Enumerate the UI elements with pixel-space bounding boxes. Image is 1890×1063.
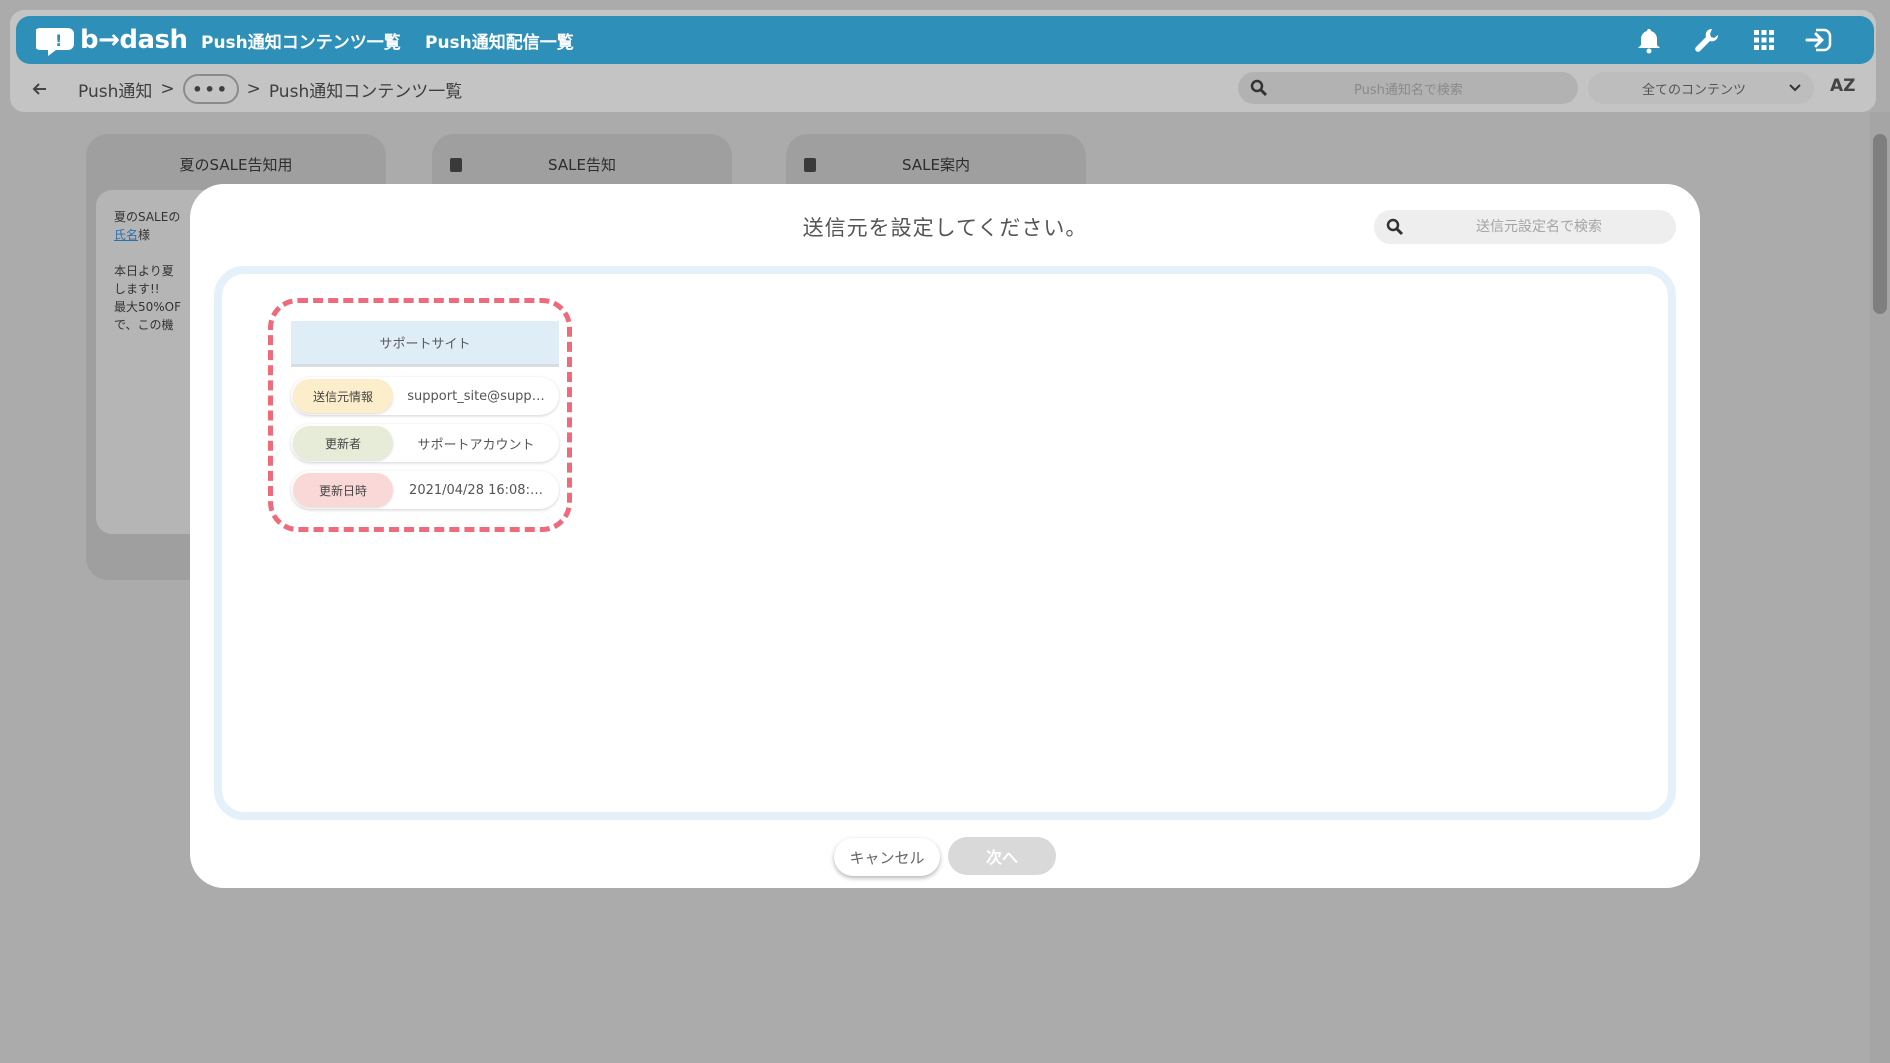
content-card-title: 夏のSALE告知用 (179, 156, 293, 174)
wrench-icon[interactable] (1692, 26, 1722, 54)
nav-push-delivery[interactable]: Push通知配信一覧 (425, 28, 574, 53)
bell-icon[interactable] (1634, 26, 1664, 54)
preview-line: 本日より夏 (114, 264, 174, 278)
content-search-placeholder: Push通知名で検索 (1354, 83, 1463, 98)
next-button[interactable]: 次へ (948, 837, 1056, 875)
breadcrumb-current: Push通知コンテンツ一覧 (268, 81, 463, 102)
updated-at-value: 2021/04/28 16:08:… (409, 482, 543, 498)
breadcrumb-separator: > (246, 79, 261, 99)
breadcrumb-separator: > (160, 79, 175, 99)
apps-grid-icon[interactable] (1749, 26, 1779, 54)
page-scrollbar-thumb[interactable] (1873, 134, 1887, 314)
preview-line: で、この機 (114, 318, 174, 332)
content-card-title: SALE告知 (548, 156, 616, 174)
preview-line (114, 244, 181, 262)
breadcrumb: Push通知 > ••• > Push通知コンテンツ一覧 (30, 72, 462, 106)
sender-search-input[interactable] (1414, 210, 1664, 244)
back-arrow-icon[interactable] (30, 79, 50, 99)
sender-card[interactable]: サポートサイト 送信元情報 support_site@supp… 更新者 サポー… (268, 298, 572, 532)
logout-icon[interactable] (1804, 26, 1834, 54)
cancel-button[interactable]: キャンセル (834, 838, 940, 876)
search-icon (1386, 218, 1404, 236)
sender-list: サポートサイト 送信元情報 support_site@supp… 更新者 サポー… (214, 266, 1676, 820)
nav-push-contents[interactable]: Push通知コンテンツ一覧 (201, 28, 401, 53)
updated-at-row: 更新日時 2021/04/28 16:08:… (291, 471, 559, 509)
logo-bubble-icon: ! (36, 28, 74, 56)
preview-line: 氏名様 (114, 228, 151, 242)
preview-line: 夏のSALEの (114, 210, 181, 224)
preview-line: 最大50%OF (114, 300, 182, 314)
sender-select-modal: 送信元を設定してください。 サポートサイト 送信元情報 support_site… (190, 184, 1700, 888)
logo-text: b→dash (80, 25, 188, 55)
search-icon (1250, 79, 1268, 97)
updater-value: サポートアカウント (417, 437, 535, 453)
sender-info-label: 送信元情報 (293, 379, 393, 413)
app-logo[interactable]: ! b→dash (36, 22, 188, 58)
chevron-down-icon (1789, 84, 1801, 92)
sender-search-box[interactable] (1374, 210, 1676, 244)
updater-label: 更新者 (293, 426, 393, 460)
breadcrumb-more-button[interactable]: ••• (182, 74, 239, 104)
sort-az-icon[interactable]: AZ (1830, 76, 1855, 96)
content-search-input[interactable]: Push通知名で検索 (1238, 72, 1578, 104)
content-card-text: 夏のSALEの 氏名様 本日より夏 します!! 最大50%OF で、この機 (114, 208, 181, 334)
content-card-title: SALE案内 (902, 156, 970, 174)
updater-row: 更新者 サポートアカウント (291, 424, 559, 462)
updated-at-label: 更新日時 (293, 473, 393, 507)
sender-card-name: サポートサイト (291, 321, 559, 367)
content-filter-value: 全てのコンテンツ (1642, 83, 1747, 98)
sender-info-row: 送信元情報 support_site@supp… (291, 377, 559, 415)
preview-line: します!! (114, 282, 160, 296)
sender-info-value: support_site@supp… (407, 388, 545, 404)
svg-text:!: ! (55, 31, 62, 50)
content-filter-select[interactable]: 全てのコンテンツ (1588, 72, 1814, 104)
breadcrumb-root[interactable]: Push通知 (78, 77, 152, 102)
top-navbar: ! b→dash Push通知コンテンツ一覧 Push通知配信一覧 (16, 16, 1874, 64)
